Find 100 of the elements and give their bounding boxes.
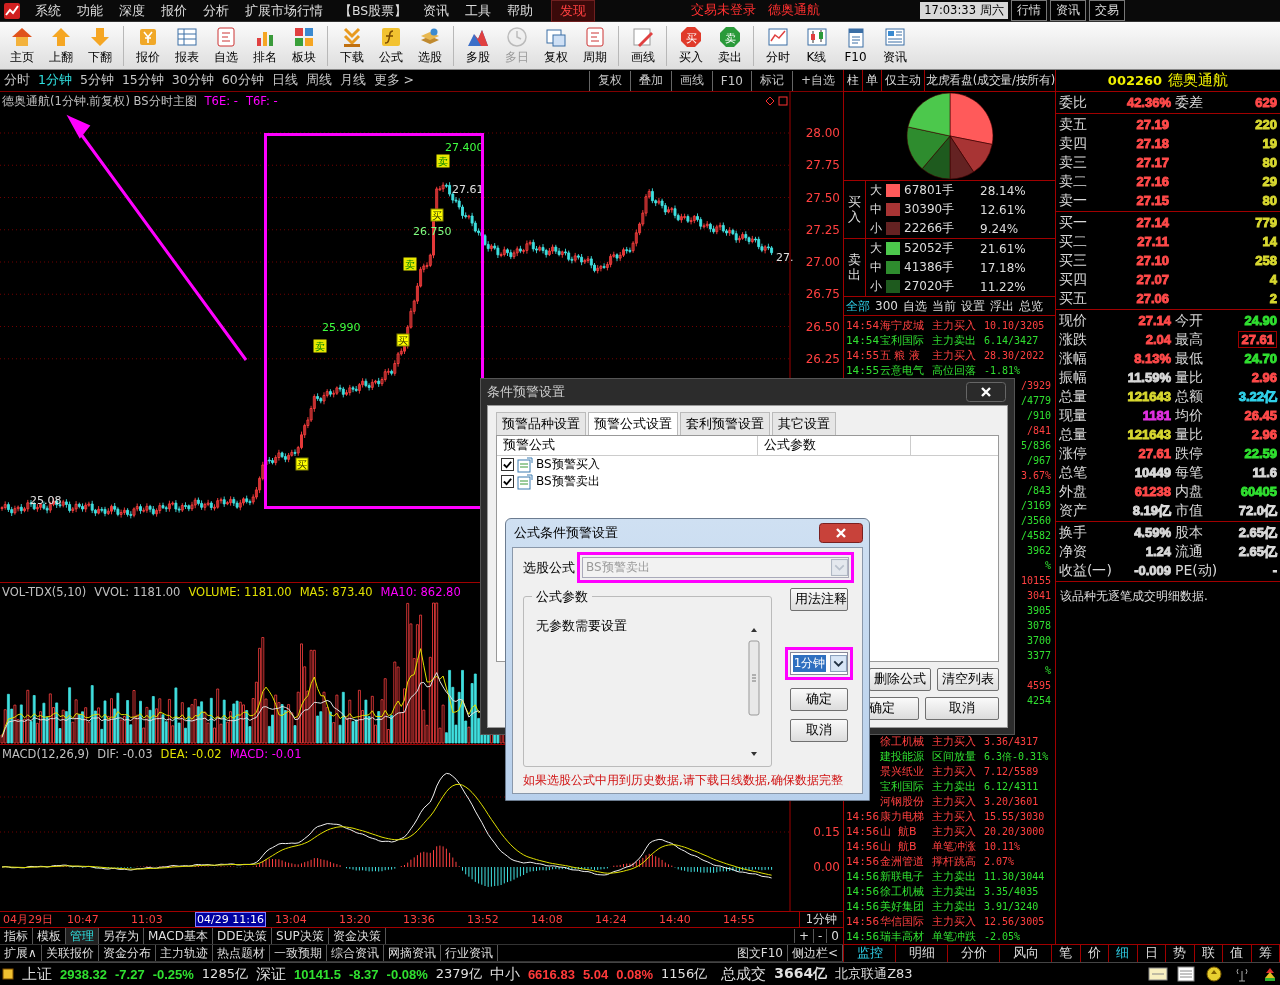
filter-link[interactable]: 自选 bbox=[902, 297, 927, 315]
dialog-tab[interactable]: 预警品种设置 bbox=[496, 412, 586, 435]
indicator-tab[interactable]: 资金决策 bbox=[328, 928, 386, 944]
menu-item[interactable]: 扩展市场行情 bbox=[237, 0, 331, 21]
alert-stock[interactable]: 云意电气 bbox=[880, 363, 932, 378]
dialog-button[interactable]: 取消 bbox=[790, 719, 848, 742]
toolbar-button[interactable]: 排名 bbox=[245, 23, 284, 68]
toolbar-button[interactable]: 周期 bbox=[575, 23, 614, 68]
dialog-button[interactable]: 删除公式 bbox=[869, 668, 931, 691]
toolbar-button[interactable]: F10 bbox=[836, 23, 875, 68]
column-header[interactable]: 公式参数 bbox=[758, 436, 911, 455]
period-tab[interactable]: 30分钟 bbox=[167, 72, 218, 89]
toolbar-button[interactable]: 报价 bbox=[128, 23, 167, 68]
alert-stock[interactable]: 新联电子 bbox=[880, 869, 932, 884]
menu-item[interactable]: 分析 bbox=[195, 0, 237, 21]
toolbar-button[interactable]: 多股 bbox=[458, 23, 497, 68]
filter-link[interactable]: 全部 bbox=[846, 297, 870, 315]
login-status[interactable]: 交易未登录 bbox=[691, 2, 757, 19]
coin-icon[interactable] bbox=[1204, 966, 1224, 982]
dialog-button[interactable]: 取消 bbox=[925, 697, 999, 720]
toolbar-button[interactable]: 下载 bbox=[332, 23, 371, 68]
info-tab[interactable]: 扩展∧ bbox=[0, 945, 42, 961]
info-tab[interactable]: 一致预期 bbox=[269, 945, 327, 961]
alert-stock[interactable]: 瑞丰高材 bbox=[880, 929, 932, 944]
indicator-tab[interactable]: 另存为 bbox=[99, 928, 144, 944]
period-tab[interactable]: 60分钟 bbox=[217, 72, 268, 89]
menu-item[interactable]: 报价 bbox=[153, 0, 195, 21]
menu-item[interactable]: 帮助 bbox=[499, 0, 542, 21]
close-icon[interactable] bbox=[966, 382, 1006, 402]
quick-tab[interactable]: 资讯 bbox=[1049, 0, 1086, 21]
period-tab[interactable]: 周线 bbox=[301, 72, 336, 89]
dialog-tab[interactable]: 其它设置 bbox=[772, 412, 836, 435]
info-tab[interactable]: 关联报价 bbox=[41, 945, 99, 961]
checkbox[interactable] bbox=[501, 458, 514, 471]
alert-stock[interactable]: 海宁皮城 bbox=[880, 318, 932, 333]
toolbar-button[interactable]: 分时 bbox=[758, 23, 797, 68]
menu-item[interactable]: 功能 bbox=[69, 0, 111, 21]
indicator-tab[interactable]: SUP决策 bbox=[272, 928, 329, 944]
toolbar-button[interactable]: 选股 bbox=[410, 23, 449, 68]
quick-tab[interactable]: 交易 bbox=[1088, 0, 1125, 21]
server-name[interactable]: 北京联通Z83 bbox=[835, 965, 913, 983]
alert-stock[interactable]: 建投能源 bbox=[880, 749, 932, 764]
panel-tab[interactable]: 仅主动 bbox=[882, 70, 925, 91]
diamond-icon[interactable] bbox=[765, 96, 775, 106]
index-name[interactable]: 中小 bbox=[489, 964, 520, 984]
toolbar-button[interactable]: 卖 卖出 bbox=[710, 23, 749, 68]
dialog-button[interactable]: 清空列表 bbox=[937, 668, 999, 691]
toolbar-button[interactable]: 板块 bbox=[284, 23, 323, 68]
square-icon[interactable] bbox=[2, 968, 14, 980]
alert-stock[interactable]: 宝利国际 bbox=[880, 333, 932, 348]
period-tab[interactable]: 日线 bbox=[267, 72, 302, 89]
column-header[interactable]: 预警公式 bbox=[497, 436, 758, 455]
alert-stock[interactable]: 山 航B bbox=[880, 839, 932, 854]
dialog-tab[interactable]: 预警公式设置 bbox=[588, 412, 678, 435]
toolbar-button[interactable]: 主页 bbox=[2, 23, 41, 68]
info-tab[interactable]: 资金分布 bbox=[98, 945, 156, 961]
zoom-button[interactable]: + bbox=[793, 929, 813, 943]
alert-stock[interactable]: 康力电梯 bbox=[880, 809, 932, 824]
period-dropdown[interactable]: 1分钟 bbox=[789, 652, 849, 675]
toolbar-button[interactable]: 上翻 bbox=[41, 23, 80, 68]
info-tab[interactable]: 综合资讯 bbox=[326, 945, 384, 961]
app-icon[interactable] bbox=[3, 1, 21, 20]
filter-link[interactable]: 当前 bbox=[931, 297, 956, 315]
period-tab[interactable]: 月线 bbox=[335, 72, 370, 89]
period-tab[interactable]: 分时 bbox=[0, 72, 34, 89]
alert-stock[interactable]: 宝利国际 bbox=[880, 779, 932, 794]
alert-stock[interactable]: 徐工机械 bbox=[880, 884, 932, 899]
quick-tab[interactable]: 行情 bbox=[1010, 0, 1047, 21]
usage-notes-button[interactable]: 用法注释 bbox=[790, 588, 848, 611]
dialog-button[interactable]: 确定 bbox=[790, 688, 848, 711]
toolbar-button[interactable]: 买 买入 bbox=[671, 23, 710, 68]
filter-link[interactable]: 设置 bbox=[960, 297, 985, 315]
alert-stock[interactable]: 五 粮 液 bbox=[880, 348, 932, 363]
toolbar-button[interactable]: 自选 bbox=[206, 23, 245, 68]
panel-tab[interactable]: 龙虎看盘(成交量/按所有) bbox=[925, 70, 1055, 91]
alert-stock[interactable]: 河钢股份 bbox=[880, 794, 932, 809]
menu-item[interactable]: 系统 bbox=[27, 0, 69, 21]
toolbar-button[interactable]: 资讯 bbox=[875, 23, 914, 68]
alert-stock[interactable]: 山 航B bbox=[880, 824, 932, 839]
checkbox[interactable] bbox=[501, 475, 514, 488]
info-tab[interactable]: 热点题材 bbox=[212, 945, 270, 961]
panel-toggle[interactable]: 图文F10 bbox=[732, 945, 788, 961]
close-icon[interactable] bbox=[819, 523, 863, 543]
period-tab[interactable]: 15分钟 bbox=[117, 72, 168, 89]
filter-link[interactable]: 浮出 bbox=[989, 297, 1014, 315]
indicator-tab[interactable]: 管理 bbox=[66, 928, 99, 944]
toolbar-button[interactable]: K线 bbox=[797, 23, 836, 68]
alert-stock[interactable]: 徐工机械 bbox=[880, 734, 932, 749]
formula-name[interactable]: BS预警卖出 bbox=[536, 473, 600, 490]
alert-stock[interactable]: 金洲管道 bbox=[880, 854, 932, 869]
indicator-tab[interactable]: 指标 bbox=[0, 928, 33, 944]
toolbar-button[interactable]: 画线 bbox=[623, 23, 662, 68]
toolbar-button[interactable]: 报表 bbox=[167, 23, 206, 68]
alert-stock[interactable]: 美好集团 bbox=[880, 899, 932, 914]
period-tab[interactable]: 1分钟 bbox=[34, 72, 76, 89]
info-tab[interactable]: 主力轨迹 bbox=[155, 945, 213, 961]
panel-toggle[interactable]: 侧边栏< bbox=[787, 945, 843, 961]
formula-name[interactable]: BS预警买入 bbox=[536, 456, 600, 473]
zoom-button[interactable]: 0 bbox=[826, 929, 843, 943]
toolbar-button[interactable]: 复权 bbox=[536, 23, 575, 68]
